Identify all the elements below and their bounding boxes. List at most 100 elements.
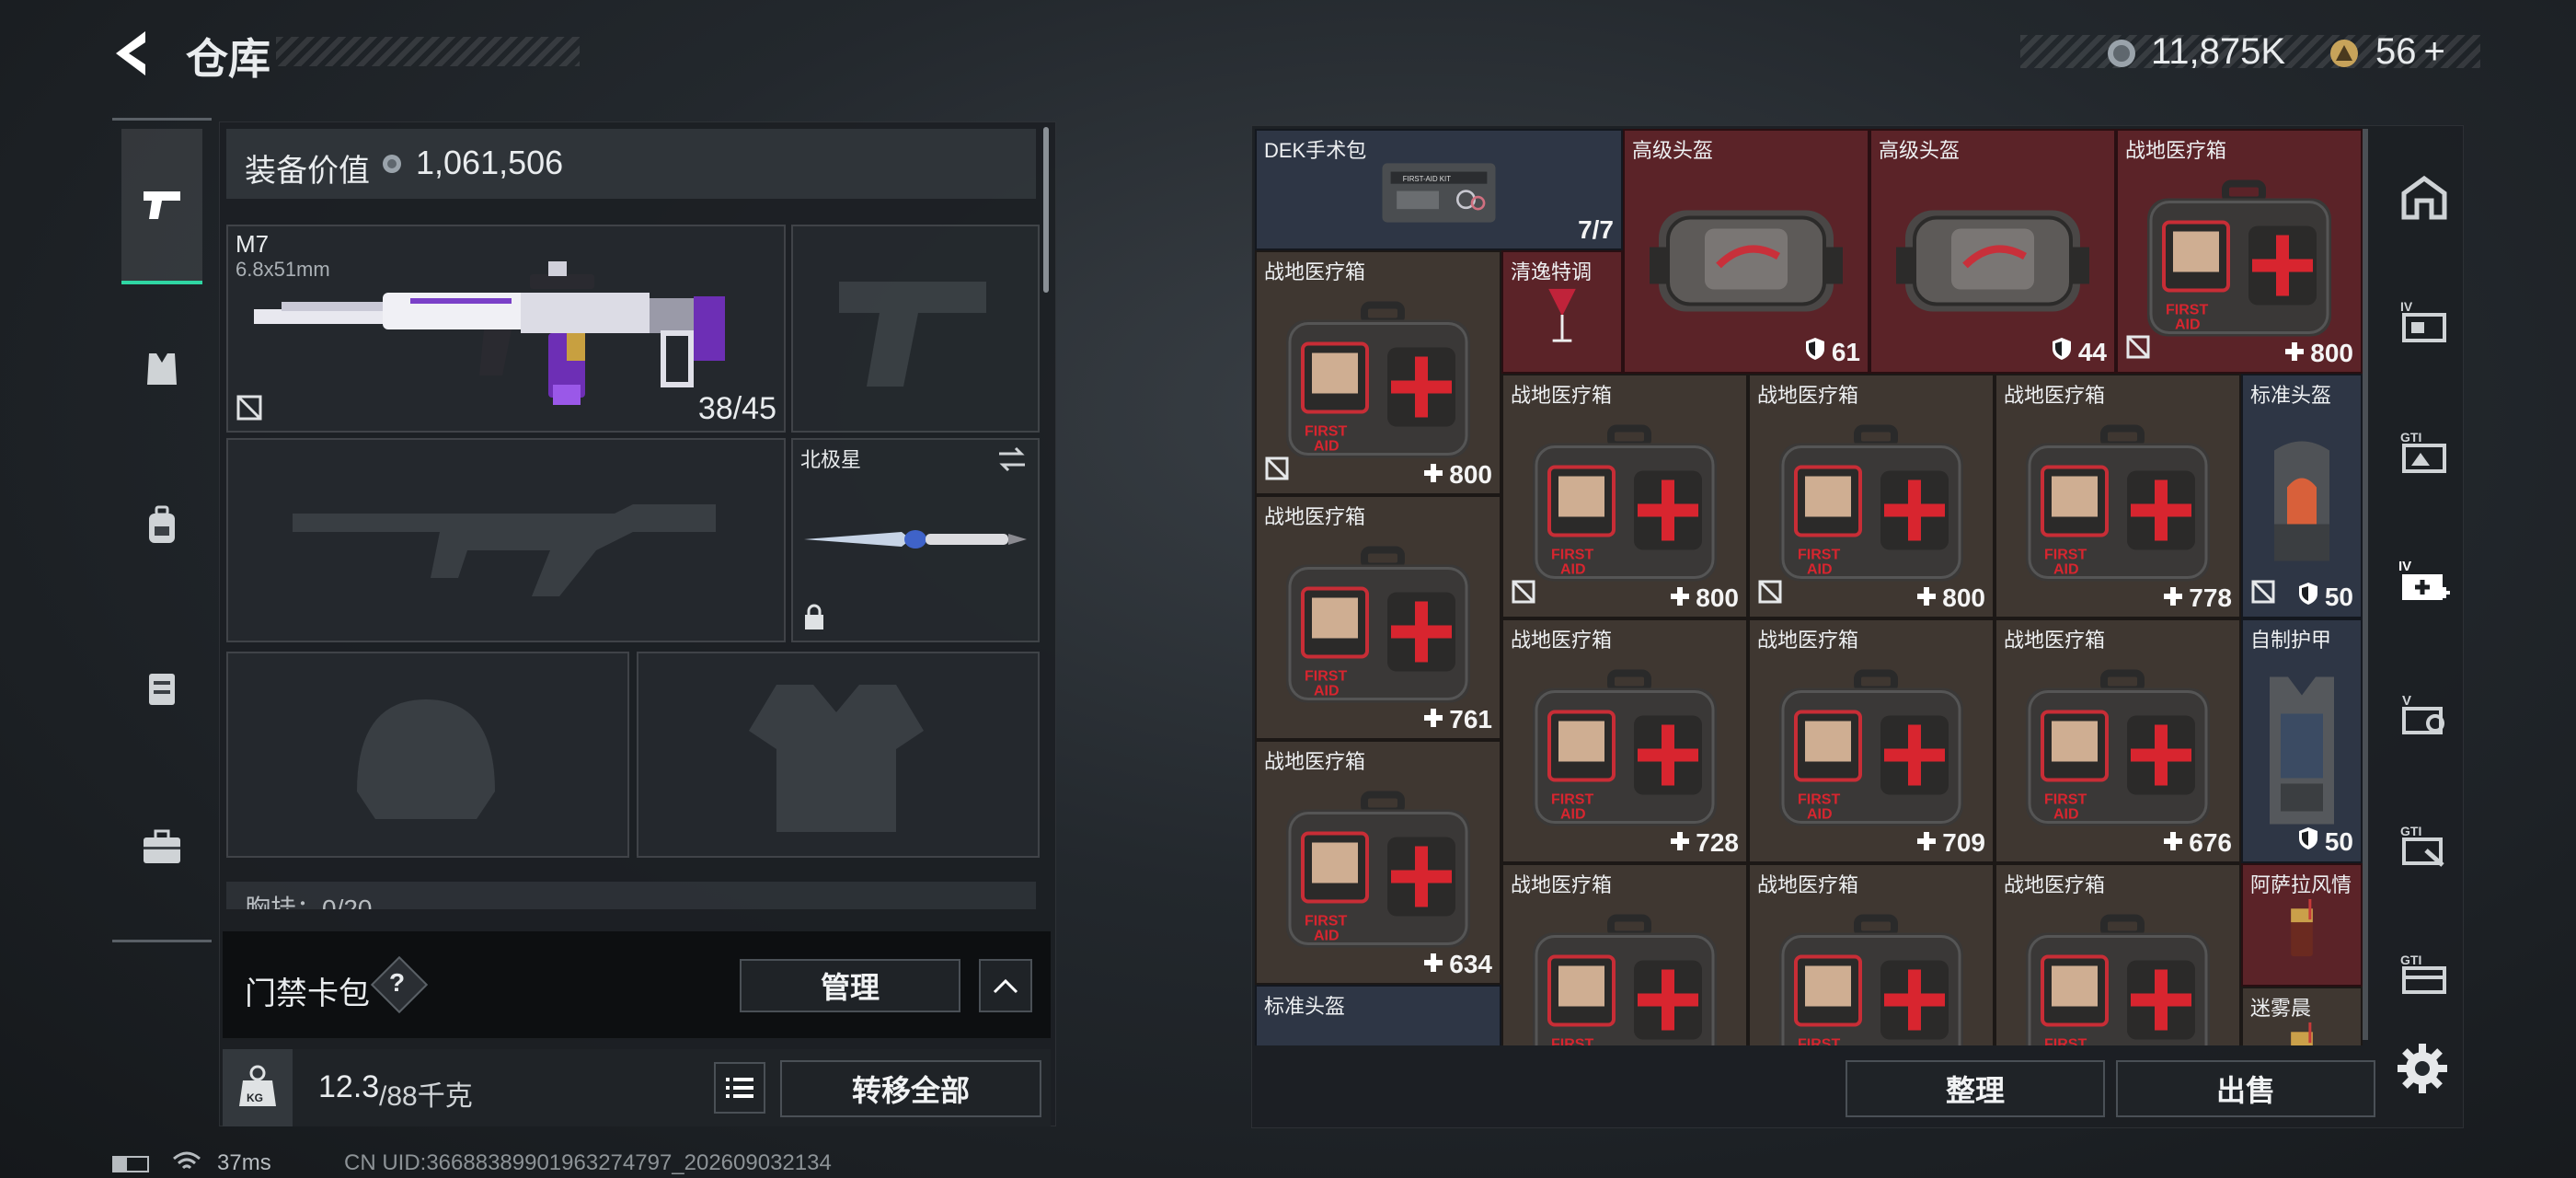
no-insure-icon: [1511, 579, 1536, 609]
collapse-button[interactable]: [979, 959, 1032, 1012]
storage-gti-box-icon: GTI: [2400, 953, 2446, 994]
stash-item-name: 战地医疗箱: [1264, 260, 1366, 283]
stash-item-medkit[interactable]: FIRST AID 战地医疗箱 800: [1501, 374, 1748, 618]
list-view-button[interactable]: [714, 1062, 765, 1114]
stash-item-name: 战地医疗箱: [2125, 139, 2227, 162]
helmet-icon: [1332, 1044, 1424, 1045]
tab-chest-rig[interactable]: [121, 650, 202, 723]
stash-item-medkit[interactable]: FIRST AID 战地医疗箱 778: [1995, 374, 2241, 618]
no-insure-icon: [236, 395, 262, 421]
tab-weapons[interactable]: [121, 129, 202, 284]
stash-item-value-text: 800: [1449, 460, 1492, 489]
medkit-icon: FIRSTAID: [1277, 300, 1479, 470]
transfer-all-button[interactable]: 转移全部: [780, 1060, 1041, 1117]
right-tab-1[interactable]: [2383, 162, 2466, 236]
svg-text:FIRST: FIRST: [1551, 1037, 1593, 1045]
sell-button[interactable]: 出售: [2116, 1060, 2375, 1117]
stash-item-name: 标准头盔: [2250, 384, 2332, 407]
stash-item-medkit[interactable]: FIRST AID 战地医疗箱 728: [1501, 618, 1748, 863]
pistol-slot[interactable]: [791, 225, 1040, 433]
heal-plus-icon: [2284, 339, 2305, 368]
melee-slot[interactable]: 北极星: [791, 438, 1040, 642]
secondary-weapon-slot[interactable]: [226, 438, 786, 642]
shelter-icon: [2401, 175, 2447, 220]
stash-item-medkit[interactable]: FIRSTAID 战地医疗箱: [1748, 863, 1995, 1045]
page-title: 仓库: [186, 35, 270, 83]
chest-rig-label: 胸挂：0/20: [245, 895, 373, 909]
ping-text: 37ms: [217, 1150, 271, 1175]
surgery-kit-icon: FIRST-AID KIT: [1379, 160, 1500, 231]
stash-item-helmet-bag[interactable]: 高级头盔 44: [1869, 129, 2116, 374]
tab-backpack[interactable]: [121, 488, 202, 561]
svg-text:AID: AID: [1314, 929, 1340, 944]
stash-item-value-text: 778: [2189, 583, 2232, 612]
weight-icon-box: KG: [223, 1049, 293, 1126]
loadout-scrollbar[interactable]: [1043, 127, 1049, 293]
medkit-icon: FIRSTAID: [2017, 668, 2219, 838]
stash-item-medkit[interactable]: FIRST AID 战地医疗箱 800: [2116, 129, 2363, 374]
premium-amount[interactable]: 56 +: [2375, 31, 2445, 73]
stash-item-value: 761: [1423, 705, 1492, 734]
coin-icon: [383, 155, 401, 173]
stash-item-name: 战地医疗箱: [1264, 505, 1366, 528]
primary-weapon-slot[interactable]: M7 6.8x51mm 38/45: [226, 225, 786, 433]
svg-text:V: V: [2402, 693, 2411, 709]
stash-item-name: 战地医疗箱: [1511, 873, 1613, 896]
sort-button[interactable]: 整理: [1846, 1060, 2105, 1117]
stash-item-drink[interactable]: 阿萨拉风情: [2241, 863, 2363, 987]
stash-item-helmet[interactable]: 标准头盔: [1255, 985, 1501, 1045]
stash-item-medkit[interactable]: FIRST AID 战地医疗箱 800: [1748, 374, 1995, 618]
manage-button[interactable]: 管理: [740, 959, 960, 1012]
stash-item-medkit[interactable]: FIRST AID 战地医疗箱 634: [1255, 740, 1501, 985]
premium-amount-value: 56: [2375, 31, 2417, 72]
armor-slot[interactable]: [637, 652, 1040, 858]
stash-item-helmet-bag[interactable]: 高级头盔 61: [1623, 129, 1869, 374]
svg-text:AID: AID: [1807, 562, 1833, 578]
stash-scrollbar[interactable]: [2363, 129, 2368, 1040]
stash-item-medkit[interactable]: FIRST AID 战地医疗箱 761: [1255, 495, 1501, 740]
tab-armor[interactable]: [121, 331, 202, 405]
equip-value-label: 装备价值: [245, 154, 370, 189]
stash-item-name: 战地医疗箱: [1511, 384, 1613, 407]
stash-item-cocktail[interactable]: 清逸特调: [1501, 250, 1623, 374]
tab-toolbox[interactable]: [121, 810, 202, 884]
stash-item-medkit[interactable]: FIRSTAID 战地医疗箱: [1995, 863, 2241, 1045]
stash-item-name: 战地医疗箱: [1511, 629, 1613, 652]
durability-shield-icon: [2297, 826, 2319, 858]
right-tab-2[interactable]: IV: [2383, 285, 2466, 359]
right-tab-3[interactable]: GTI: [2383, 416, 2466, 490]
stash-item-medkit[interactable]: FIRST AID 战地医疗箱 800: [1255, 250, 1501, 495]
stash-item-value: 7/7: [1578, 215, 1614, 245]
stash-item-armor[interactable]: 自制护甲 50: [2241, 618, 2363, 863]
back-button[interactable]: [109, 28, 156, 79]
storage-gti-wrench-icon: GTI: [2400, 824, 2444, 867]
medkit-icon: FIRSTAID: [2138, 179, 2340, 349]
svg-text:AID: AID: [1807, 807, 1833, 823]
premium-coin-icon: [2328, 37, 2361, 75]
card-pack-row: 门禁卡包 ? 管理: [223, 931, 1051, 1038]
helmet-slot[interactable]: [226, 652, 629, 858]
right-tab-6[interactable]: GTI: [2383, 810, 2466, 884]
right-tab-5[interactable]: V: [2383, 679, 2466, 753]
rifle-silhouette-icon: [293, 504, 716, 596]
svg-text:AID: AID: [1314, 684, 1340, 699]
settings-button[interactable]: [2392, 1038, 2453, 1099]
swap-icon[interactable]: [995, 445, 1029, 473]
stash-item-medkit[interactable]: FIRSTAID 战地医疗箱: [1501, 863, 1748, 1045]
stash-item-helmet[interactable]: 标准头盔 50: [2241, 374, 2363, 618]
stash-item-surgery-kit[interactable]: FIRST-AID KIT DEK手术包 7/7: [1255, 129, 1623, 250]
stash-item-value-text: 728: [1696, 828, 1739, 857]
svg-text:FIRST: FIRST: [1305, 424, 1347, 440]
stash-item-medkit[interactable]: FIRST AID 战地医疗箱 709: [1748, 618, 1995, 863]
heal-plus-icon: [1916, 828, 1937, 858]
medkit-icon: FIRSTAID: [2017, 913, 2219, 1045]
right-tab-4-active[interactable]: IV: [2383, 549, 2466, 622]
stash-item-value-text: 709: [1942, 828, 1985, 857]
backpack-icon: [149, 505, 175, 543]
chest-rig-row[interactable]: 胸挂：0/20: [226, 882, 1036, 909]
stash-item-medkit[interactable]: FIRST AID 战地医疗箱 676: [1995, 618, 2241, 863]
pistol-silhouette-icon: [839, 282, 986, 387]
stash-item-drink[interactable]: 迷雾晨: [2241, 987, 2363, 1045]
heal-plus-icon: [1670, 583, 1690, 613]
right-tab-7[interactable]: GTI: [2383, 939, 2466, 1012]
